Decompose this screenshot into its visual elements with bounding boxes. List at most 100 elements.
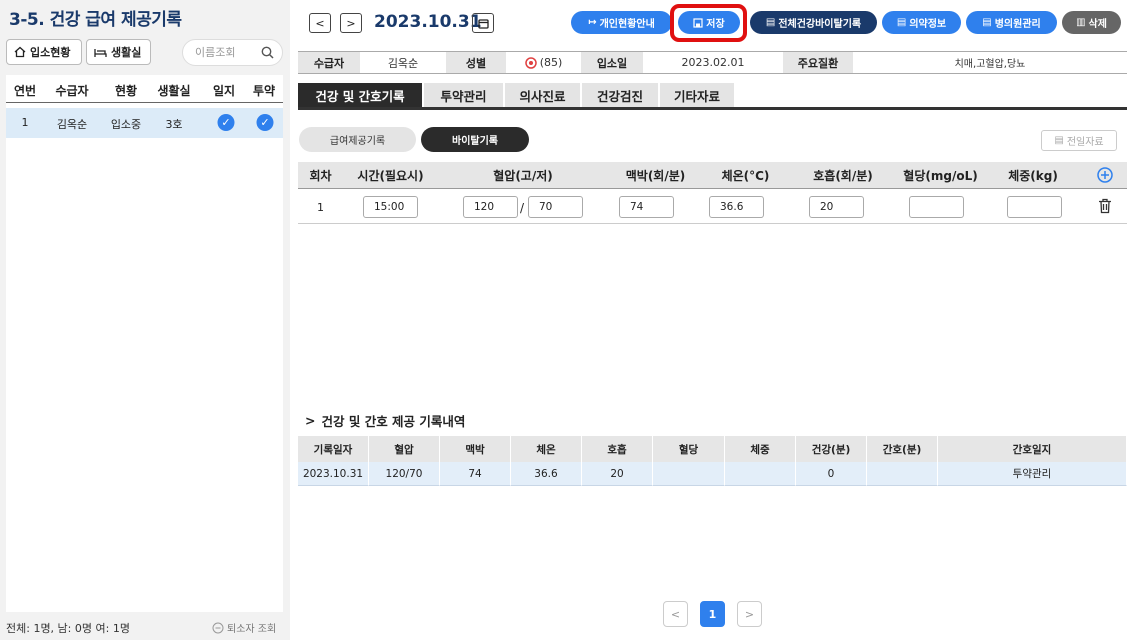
vital-col-round: 회차 (298, 162, 343, 189)
delete-button[interactable]: ▥ 삭제 (1062, 11, 1121, 34)
respiration-input[interactable]: 20 (809, 196, 864, 218)
disease-label: 주요질환 (783, 52, 853, 73)
recipient-value: 김옥순 (387, 56, 419, 70)
table-row[interactable]: 1 김옥순 입소중 3호 ✓ ✓ (6, 108, 283, 138)
tab-medication[interactable]: 투약관리 (424, 83, 503, 107)
history-table: 기록일자 혈압 맥박 체온 호흡 혈당 체중 건강(분) 간호(분) 간호일지 … (298, 436, 1127, 487)
col-status: 현황 (114, 84, 138, 98)
row-status: 입소중 (110, 118, 142, 131)
tab-doctor[interactable]: 의사진료 (505, 83, 580, 107)
bp-low-input[interactable]: 70 (528, 196, 583, 218)
temperature-input[interactable]: 36.6 (709, 196, 764, 218)
vital-col-time: 시간(필요시) (343, 162, 438, 189)
chevron-right-icon: > (305, 413, 316, 428)
subtab-benefit-record[interactable]: 급여제공기록 (299, 127, 416, 152)
col-room: 생활실 (157, 84, 191, 98)
vital-col-sugar: 혈당(mg/oL) (898, 162, 983, 189)
admission-label: 입소일 (581, 52, 643, 73)
page-next-button[interactable]: > (737, 601, 762, 627)
calendar-icon (477, 18, 489, 29)
prev-date-button[interactable]: < (309, 13, 331, 33)
main-tabs: 건강 및 간호기록 투약관리 의사진료 건강검진 기타자료 (298, 83, 1127, 110)
room-button[interactable]: 생활실 (86, 39, 151, 65)
vital-col-temp: 체온(°C) (703, 162, 788, 189)
hist-col-journal: 간호일지 (938, 436, 1127, 462)
blood-sugar-input[interactable] (909, 196, 964, 218)
hospital-management-label: 병의원관리 (994, 19, 1041, 30)
weight-input[interactable] (1007, 196, 1062, 218)
previous-day-data-button[interactable]: ▤ 전일자료 (1041, 130, 1117, 151)
current-date: 2023.10.31 (374, 12, 482, 32)
subtab-vital-record[interactable]: 바이탈기록 (421, 127, 529, 152)
document-icon: ▤ (765, 17, 776, 28)
bed-icon (94, 48, 107, 57)
chevron-left-icon: < (670, 607, 681, 621)
name-search (182, 39, 283, 66)
vital-table: 회차 시간(필요시) 혈압(고/저) 맥박(회/분) 체온(°C) 호흡(회/분… (298, 162, 1127, 225)
hist-col-health: 건강(분) (796, 436, 867, 462)
hist-col-sugar: 혈당 (653, 436, 725, 462)
journal-check-icon: ✓ (217, 114, 235, 131)
vital-col-resp: 호흡(회/분) (788, 162, 898, 189)
trash-icon: ▥ (1076, 17, 1086, 28)
hist-col-bp: 혈압 (369, 436, 440, 462)
table-row-cell[interactable]: 투약관리 (938, 462, 1127, 486)
tab-health-nursing[interactable]: 건강 및 간호기록 (298, 83, 422, 107)
vital-round: 1 (317, 200, 324, 214)
recipient-info-bar: 수급자 김옥순 성별 (85) 입소일 2023.02.01 주요질환 치매,고… (298, 51, 1127, 74)
col-recipient: 수급자 (55, 84, 89, 98)
vital-col-weight: 체중(kg) (983, 162, 1083, 189)
chevron-left-icon: < (315, 16, 325, 30)
home-icon (14, 46, 26, 58)
row-room: 3호 (165, 118, 183, 131)
vital-col-add (1083, 162, 1127, 189)
minus-circle-icon (212, 622, 224, 633)
search-input[interactable] (195, 46, 255, 59)
discharged-search-link[interactable]: 퇴소자 조회 (212, 620, 276, 635)
table-row-cell (725, 462, 796, 486)
col-no: 연번 (13, 84, 37, 98)
medication-check-icon: ✓ (256, 114, 274, 131)
chevron-right-icon: > (346, 16, 356, 30)
calendar-button[interactable] (472, 13, 494, 33)
disease-value: 치매,고혈압,당뇨 (954, 59, 1026, 70)
personal-status-button[interactable]: ↦ 개인현황안내 (571, 11, 672, 34)
page-prev-button[interactable]: < (663, 601, 688, 627)
recipient-label: 수급자 (298, 52, 360, 73)
admission-status-button[interactable]: 입소현황 (6, 39, 82, 65)
time-input[interactable]: 15:00 (363, 196, 418, 218)
trash-icon[interactable] (1098, 198, 1112, 217)
medication-info-label: 의약정보 (909, 19, 947, 30)
table-row-cell (867, 462, 938, 486)
medication-info-button[interactable]: ▤ 의약정보 (882, 11, 961, 34)
discharged-search-label: 퇴소자 조회 (227, 624, 277, 635)
next-date-button[interactable]: > (340, 13, 362, 33)
tab-checkup[interactable]: 건강검진 (582, 83, 658, 107)
document-icon: ▤ (1054, 135, 1064, 146)
hospital-management-button[interactable]: ▤ 병의원관리 (966, 11, 1057, 34)
tab-other[interactable]: 기타자료 (660, 83, 734, 107)
history-title: 건강 및 간호 제공 기록내역 (321, 414, 466, 429)
gender-label: 성별 (446, 52, 506, 73)
hist-col-weight: 체중 (725, 436, 796, 462)
add-circle-icon[interactable] (1097, 167, 1113, 183)
personal-status-label: 개인현황안내 (599, 19, 655, 30)
hist-col-temp: 체온 (511, 436, 582, 462)
bp-high-input[interactable]: 120 (463, 196, 518, 218)
bp-separator: / (520, 201, 525, 215)
row-no: 1 (21, 116, 29, 129)
pulse-input[interactable]: 74 (619, 196, 674, 218)
all-vital-record-button[interactable]: ▤ 전체건강바이탈기록 (750, 11, 877, 34)
hist-col-resp: 호흡 (582, 436, 653, 462)
table-row-cell: 0 (796, 462, 867, 486)
page-current-button[interactable]: 1 (700, 601, 725, 627)
document-icon: ▤ (982, 17, 992, 28)
search-icon[interactable] (261, 46, 274, 59)
all-vital-record-label: 전체건강바이탈기록 (778, 19, 862, 30)
room-label: 생활실 (111, 46, 142, 59)
history-section-title: > 건강 및 간호 제공 기록내역 (305, 411, 465, 430)
table-row-cell: 36.6 (511, 462, 582, 486)
chevron-right-icon: > (744, 607, 755, 621)
recipient-table: 연번 수급자 현황 생활실 일지 투약 1 김옥순 입소중 3호 ✓ ✓ (6, 75, 283, 612)
table-row-cell: 20 (582, 462, 653, 486)
